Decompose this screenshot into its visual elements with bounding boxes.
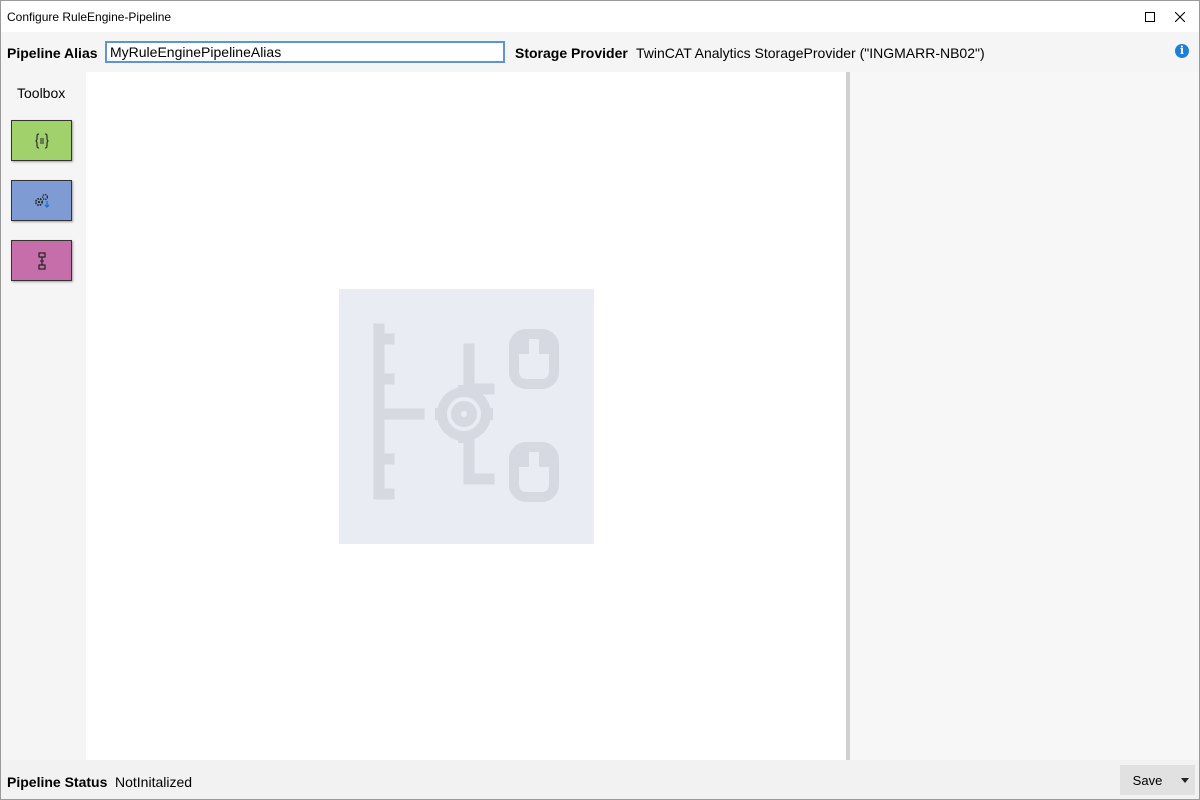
close-icon [1175, 11, 1185, 22]
info-icon[interactable]: i [1175, 44, 1189, 58]
pipeline-alias-input[interactable] [105, 41, 505, 63]
title-bar: Configure RuleEngine-Pipeline [1, 1, 1199, 32]
maximize-icon [1145, 11, 1155, 22]
chevron-down-icon [1181, 777, 1189, 783]
properties-panel [850, 72, 1199, 760]
storage-provider-label: Storage Provider [515, 45, 628, 61]
close-button[interactable] [1165, 1, 1195, 32]
pipeline-watermark-icon [339, 289, 594, 544]
configure-pipeline-window: Configure RuleEngine-Pipeline Pipeline A… [0, 0, 1200, 800]
connector-icon [37, 251, 46, 270]
status-bar: Pipeline Status NotInitalized Save [1, 760, 1199, 799]
storage-provider-value: TwinCAT Analytics StorageProvider ("INGM… [636, 45, 985, 61]
pipeline-header: Pipeline Alias Storage Provider TwinCAT … [1, 32, 1199, 72]
maximize-button[interactable] [1135, 1, 1165, 32]
pipeline-status-label: Pipeline Status [7, 774, 108, 790]
pipeline-alias-label: Pipeline Alias [7, 45, 98, 61]
toolbox-item-connector[interactable] [11, 240, 72, 281]
toolbox-panel: Toolbox [1, 72, 86, 760]
pipeline-canvas[interactable] [86, 72, 846, 760]
braces-icon [34, 132, 49, 149]
toolbox-item-braces[interactable] [11, 120, 72, 161]
save-button[interactable]: Save [1120, 765, 1175, 795]
gears-icon [34, 193, 49, 208]
window-title: Configure RuleEngine-Pipeline [7, 10, 172, 24]
toolbox-item-gears[interactable] [11, 180, 72, 221]
pipeline-status-value: NotInitalized [115, 774, 193, 790]
toolbox-title: Toolbox [17, 85, 66, 101]
save-dropdown-button[interactable] [1175, 765, 1195, 795]
